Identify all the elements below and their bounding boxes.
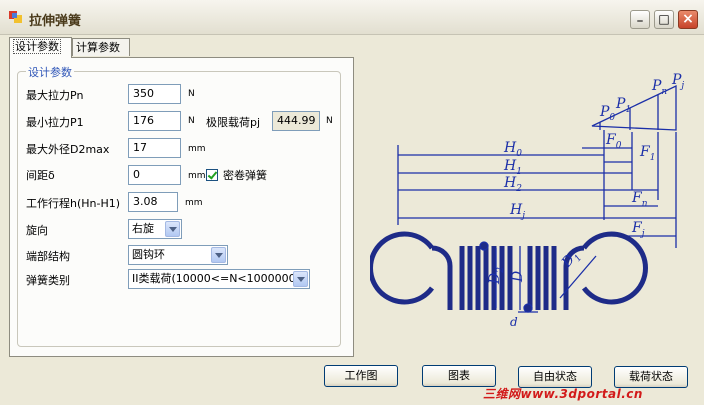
max-outer-dia-input[interactable]: 17 — [128, 138, 181, 158]
gap-unit: mm — [188, 171, 206, 181]
chevron-down-icon[interactable] — [211, 247, 226, 263]
dense-coil-checkbox[interactable] — [206, 169, 218, 181]
title-bar[interactable]: 拉伸弹簧 _ □ × — [0, 0, 704, 35]
tab-calc-params[interactable]: 计算参数 — [72, 38, 130, 56]
label-p1: P1 — [615, 96, 631, 115]
label-p0: P0 — [599, 104, 615, 123]
spring-class-selected: II类载荷(10000<=N<1000000) — [132, 272, 300, 285]
min-force-label: 最小拉力P1 — [26, 116, 84, 129]
label-d: D — [510, 271, 526, 283]
minimize-button[interactable]: _ — [630, 9, 650, 29]
max-force-label: 最大拉力Pn — [26, 89, 84, 102]
min-force-unit: N — [188, 116, 195, 126]
end-structure-label: 端部结构 — [26, 250, 70, 263]
work-stroke-unit: mm — [185, 198, 203, 208]
max-outer-dia-unit: mm — [188, 144, 206, 154]
wire-section — [523, 303, 533, 313]
rotation-select[interactable]: 右旋 — [128, 219, 182, 239]
label-h0: H0 — [503, 140, 522, 159]
limit-load-unit: N — [326, 116, 333, 126]
left-hook — [370, 231, 435, 305]
work-stroke-label: 工作行程h(Hn-H1) — [26, 197, 121, 210]
max-outer-dia-label: 最大外径D2max — [26, 143, 110, 156]
end-structure-select[interactable]: 圆钩环 — [128, 245, 228, 265]
end-structure-selected: 圆钩环 — [132, 248, 165, 261]
chevron-down-icon[interactable] — [165, 221, 180, 237]
window-title: 拉伸弹簧 — [29, 14, 82, 29]
main-window: 拉伸弹簧 _ □ × 设计参数 计算参数 设计参数 最大拉力Pn 350 N 最… — [0, 0, 704, 405]
max-force-input[interactable]: 350 — [128, 84, 181, 104]
work-stroke-input[interactable]: 3.08 — [128, 192, 178, 212]
chevron-down-icon[interactable] — [293, 271, 308, 287]
gap-label: 间距δ — [26, 169, 55, 182]
right-hook — [581, 231, 648, 305]
spring-class-select[interactable]: II类载荷(10000<=N<1000000) — [128, 269, 310, 289]
wire-section — [479, 241, 489, 251]
chart-button[interactable]: 图表 — [422, 365, 496, 387]
max-force-unit: N — [188, 89, 195, 99]
gap-input[interactable]: 0 — [128, 165, 181, 185]
label-f1: F1 — [639, 144, 655, 163]
maximize-button[interactable]: □ — [654, 10, 674, 29]
work-drawing-button[interactable]: 工作图 — [324, 365, 398, 387]
watermark: 三维网www.3dportal.cn — [483, 387, 643, 401]
dense-coil-label: 密卷弹簧 — [223, 169, 267, 182]
close-button[interactable]: × — [678, 10, 698, 29]
limit-load-output: 444.99 — [272, 111, 320, 131]
group-legend: 设计参数 — [26, 64, 74, 80]
rotation-label: 旋向 — [26, 224, 48, 237]
spring-class-label: 弹簧类别 — [26, 274, 70, 287]
limit-load-label: 极限载荷pj — [206, 116, 261, 129]
tab-design-params[interactable]: 设计参数 — [9, 37, 72, 58]
label-h2: H2 — [503, 175, 522, 194]
left-hook-neck — [431, 245, 453, 310]
label-pj: Pj — [671, 72, 684, 91]
spring-schematic: P0 P1 Pn Pj F0 F1 Fn Fj H0 H1 H2 Hj D2 D… — [370, 72, 684, 329]
coil-group — [459, 246, 557, 310]
min-force-input[interactable]: 176 — [128, 111, 181, 131]
rotation-selected: 右旋 — [132, 222, 154, 235]
app-icon — [9, 11, 22, 23]
label-wire-d: d — [510, 315, 518, 329]
